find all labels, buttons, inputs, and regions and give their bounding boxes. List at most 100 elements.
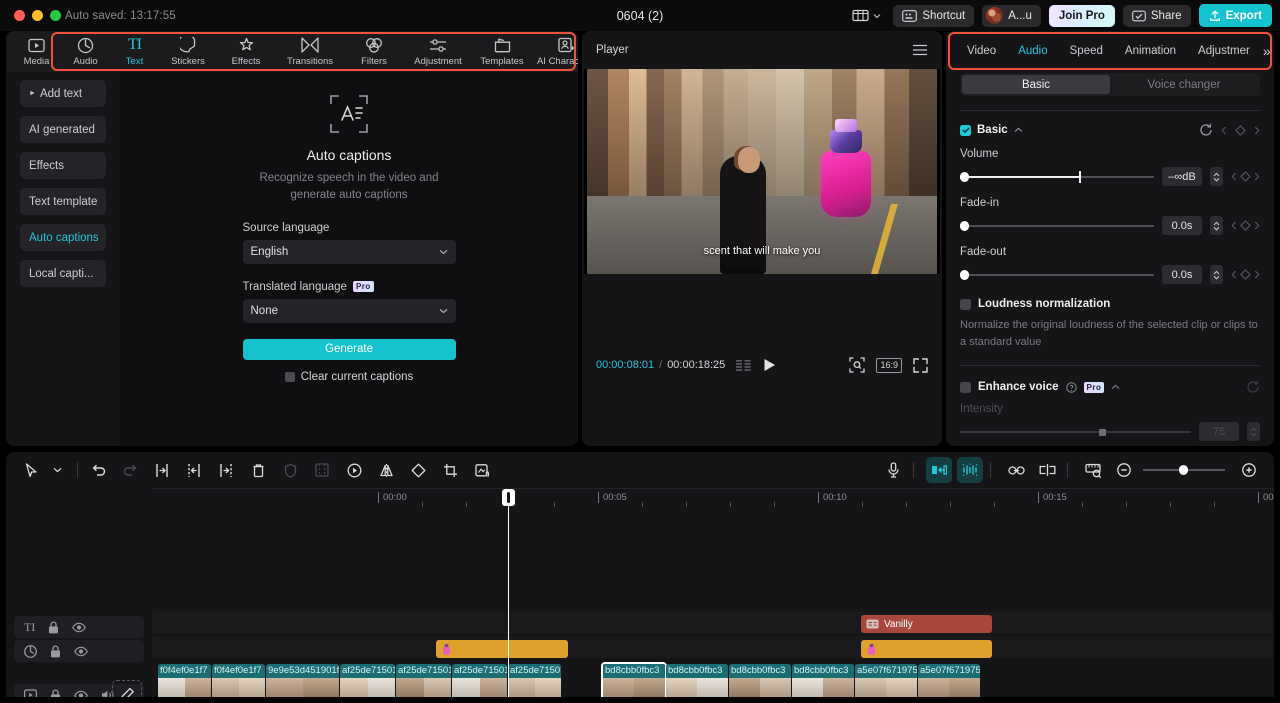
video-clip[interactable]: bd8cbb0fbc3	[792, 664, 854, 697]
video-clip[interactable]: a5e07f671975	[918, 664, 980, 697]
undo-icon[interactable]	[85, 457, 111, 483]
player-stage[interactable]: scent that will make you	[584, 69, 940, 274]
delete-icon[interactable]	[245, 457, 271, 483]
text-track-icon[interactable]: TI	[24, 620, 35, 635]
property-tab-animation[interactable]: Animation	[1114, 45, 1187, 57]
basic-enable-checkbox[interactable]	[960, 124, 971, 136]
subnav-item-auto-captions[interactable]: Auto captions	[20, 224, 106, 251]
video-icon[interactable]	[24, 689, 37, 697]
playhead-grip[interactable]	[502, 489, 515, 506]
microphone-icon[interactable]	[880, 457, 906, 483]
volume-value[interactable]: –∞dB	[1162, 167, 1202, 186]
layout-switch-button[interactable]	[848, 6, 885, 25]
text-clip[interactable]: Vanilly	[861, 615, 992, 633]
module-tab-text[interactable]: TI Text	[110, 32, 159, 71]
property-tab-audio[interactable]: Audio	[1007, 45, 1058, 57]
intensity-value[interactable]: 75	[1199, 422, 1239, 442]
module-tab-adjustment[interactable]: Adjustment	[403, 32, 473, 71]
mirror-icon[interactable]	[373, 457, 399, 483]
module-tab-filters[interactable]: Filters	[345, 32, 403, 71]
fade-in-slider[interactable]	[960, 220, 1154, 232]
fit-timeline-icon[interactable]	[1080, 457, 1106, 483]
zoom-slider-thumb[interactable]	[1179, 465, 1188, 475]
property-tab-video[interactable]: Video	[956, 45, 1007, 57]
volume-keyframes[interactable]	[1231, 171, 1260, 182]
collapse-icon[interactable]	[1111, 384, 1120, 390]
window-controls[interactable]	[14, 10, 61, 21]
sticker-clip[interactable]	[861, 640, 992, 658]
module-tab-audio[interactable]: Audio	[61, 32, 110, 71]
segment-voice-changer[interactable]: Voice changer	[1110, 75, 1258, 94]
freeze-frame-icon[interactable]	[341, 457, 367, 483]
video-clip[interactable]: 9e9e53d451901f8	[266, 664, 339, 697]
select-cursor-icon[interactable]	[18, 457, 44, 483]
help-icon[interactable]	[1065, 381, 1077, 393]
sticker-clip[interactable]	[436, 640, 568, 658]
lock-icon[interactable]	[48, 620, 59, 634]
video-clip[interactable]: af25de715017	[396, 664, 451, 697]
subnav-item-ai-generated[interactable]: AI generated	[20, 116, 106, 143]
detach-audio-icon[interactable]	[469, 457, 495, 483]
timeline-ruler[interactable]: 00:00 00:05 00:10 00:15 00:20	[152, 488, 1274, 512]
edit-clip-button[interactable]	[112, 680, 142, 697]
auto-reframe-icon[interactable]	[926, 457, 952, 483]
more-tabs-button[interactable]: »	[1261, 43, 1273, 59]
fade-in-stepper[interactable]	[1210, 216, 1223, 235]
clear-current-captions-checkbox[interactable]: Clear current captions	[284, 371, 413, 383]
volume-slider[interactable]	[960, 170, 1154, 183]
video-clip[interactable]: af25de715017	[340, 664, 395, 697]
eye-icon[interactable]	[74, 690, 88, 697]
subnav-item-effects[interactable]: Effects	[20, 152, 106, 179]
video-clip[interactable]: bd8cbb0fbc3	[729, 664, 791, 697]
lock-icon[interactable]	[50, 644, 61, 658]
module-tab-transitions[interactable]: Transitions	[275, 32, 345, 71]
track-lane[interactable]	[152, 612, 1274, 634]
lock-icon[interactable]	[50, 688, 61, 697]
fade-in-keyframes[interactable]	[1231, 220, 1260, 231]
chevron-down-icon[interactable]	[44, 457, 70, 483]
trim-start-icon[interactable]	[181, 457, 207, 483]
play-button[interactable]	[763, 358, 776, 372]
video-clip[interactable]: af25de71501	[508, 664, 561, 697]
split-icon[interactable]	[149, 457, 175, 483]
fade-out-keyframes[interactable]	[1231, 269, 1260, 280]
export-button[interactable]: Export	[1198, 4, 1272, 27]
fade-out-slider[interactable]	[960, 269, 1154, 281]
silence-detect-icon[interactable]	[957, 457, 983, 483]
module-tab-stickers[interactable]: Stickers	[159, 32, 217, 71]
subnav-item-text-template[interactable]: Text template	[20, 188, 106, 215]
rotate-icon[interactable]	[405, 457, 431, 483]
module-tab-effects[interactable]: Effects	[217, 32, 275, 71]
eye-icon[interactable]	[74, 646, 88, 657]
fade-in-value[interactable]: 0.0s	[1162, 216, 1202, 235]
property-tab-speed[interactable]: Speed	[1059, 45, 1114, 57]
reset-icon[interactable]	[1199, 123, 1213, 137]
sticker-icon[interactable]	[24, 644, 37, 658]
close-window-button[interactable]	[14, 10, 25, 21]
aspect-ratio-button[interactable]: 16:9	[876, 357, 902, 373]
keyframe-add-icon[interactable]	[1235, 124, 1246, 136]
intensity-stepper[interactable]	[1247, 422, 1260, 442]
video-clip[interactable]: bd8cbb0fbc3	[603, 664, 665, 697]
track-lane[interactable]	[152, 636, 1274, 658]
user-account-button[interactable]: A...u	[982, 4, 1041, 27]
playhead[interactable]	[502, 489, 515, 697]
trim-end-icon[interactable]	[213, 457, 239, 483]
fullscreen-icon[interactable]	[913, 357, 928, 373]
zoom-out-icon[interactable]	[1111, 457, 1137, 483]
subnav-item-add-text[interactable]: ► Add text	[20, 80, 106, 107]
enhance-voice-toggle[interactable]: Enhance voice Pro	[946, 366, 1274, 394]
module-tab-ai-characters[interactable]: AI Characters	[531, 32, 578, 71]
snap-icon[interactable]	[1034, 457, 1060, 483]
fade-out-value[interactable]: 0.0s	[1162, 265, 1202, 284]
intensity-slider[interactable]	[960, 426, 1191, 438]
keyframe-next-icon[interactable]	[1254, 126, 1260, 135]
minimize-window-button[interactable]	[32, 10, 43, 21]
loudness-normalization-toggle[interactable]: Loudness normalization	[946, 284, 1274, 310]
collapse-icon[interactable]	[1014, 127, 1023, 133]
eye-icon[interactable]	[72, 622, 87, 633]
source-language-select[interactable]: English	[242, 239, 456, 264]
keyframe-prev-icon[interactable]	[1221, 126, 1227, 135]
video-clip[interactable]: af25de715017	[452, 664, 507, 697]
segment-basic[interactable]: Basic	[962, 75, 1110, 94]
